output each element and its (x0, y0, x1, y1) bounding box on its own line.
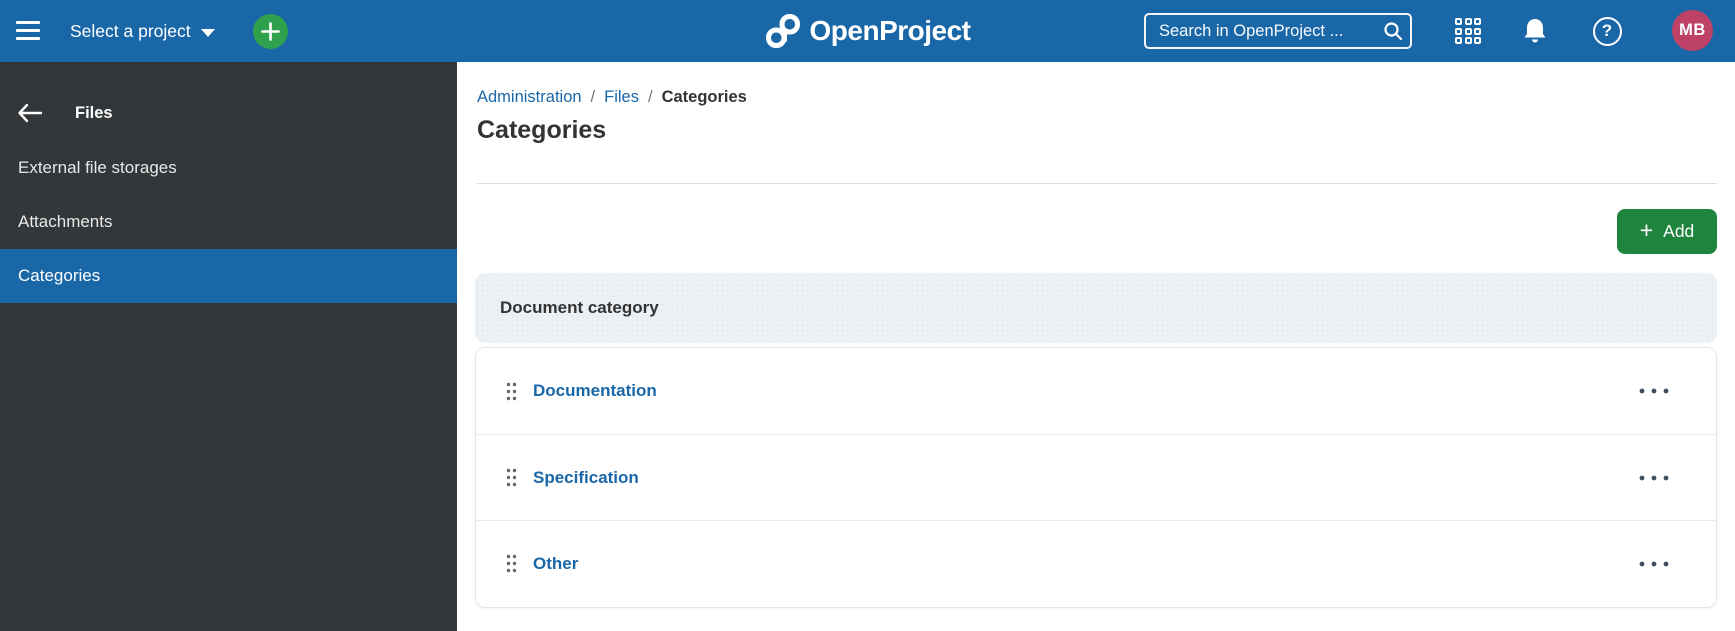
add-button-label: Add (1663, 221, 1694, 242)
breadcrumb-separator: / (648, 88, 653, 107)
avatar-initials: MB (1679, 21, 1706, 40)
notifications-bell-icon[interactable] (1513, 0, 1557, 62)
table-row: Documentation (476, 348, 1716, 434)
table-row: Specification (476, 434, 1716, 520)
search-input[interactable] (1146, 22, 1383, 41)
user-avatar[interactable]: MB (1672, 10, 1713, 51)
sidebar-item-label: Categories (18, 266, 100, 286)
category-link-documentation[interactable]: Documentation (533, 381, 657, 401)
category-link-other[interactable]: Other (533, 554, 578, 574)
plus-icon (261, 22, 280, 41)
logo-wordmark: OpenProject (810, 15, 971, 47)
breadcrumb: Administration / Files / Categories (477, 88, 747, 107)
project-selector[interactable]: Select a project (70, 0, 215, 62)
table-row: Other (476, 520, 1716, 606)
modules-grid-icon[interactable] (1446, 0, 1490, 62)
add-category-button[interactable]: + Add (1617, 209, 1717, 254)
row-menu-button[interactable] (1632, 468, 1676, 488)
back-arrow-icon[interactable] (0, 103, 60, 123)
sidebar-item-external-file-storages[interactable]: External file storages (0, 141, 457, 195)
sidebar-item-attachments[interactable]: Attachments (0, 195, 457, 249)
breadcrumb-current: Categories (662, 88, 747, 107)
sidebar-header: Files (0, 90, 457, 136)
hamburger-menu-icon[interactable] (16, 21, 40, 40)
sidebar-item-label: External file storages (18, 158, 177, 178)
row-menu-button[interactable] (1632, 554, 1676, 574)
help-icon[interactable]: ? (1585, 0, 1629, 62)
column-header-label: Document category (500, 298, 659, 318)
main-content: Administration / Files / Categories Cate… (457, 62, 1735, 631)
sidebar-title: Files (75, 104, 113, 123)
search-icon[interactable] (1383, 21, 1403, 41)
row-menu-button[interactable] (1632, 381, 1676, 401)
drag-handle-icon[interactable] (506, 382, 517, 401)
page-title: Categories (477, 116, 606, 145)
openproject-logo-icon (765, 13, 801, 49)
plus-icon: + (1640, 219, 1653, 242)
toolbar-divider (477, 183, 1717, 184)
drag-handle-icon[interactable] (506, 554, 517, 573)
sidebar-item-label: Attachments (18, 212, 113, 232)
sidebar-item-categories[interactable]: Categories (0, 249, 457, 303)
chevron-down-icon (201, 29, 215, 37)
openproject-logo[interactable]: OpenProject (765, 0, 971, 62)
admin-sidebar: Files External file storages Attachments… (0, 62, 457, 631)
breadcrumb-link-administration[interactable]: Administration (477, 88, 582, 107)
project-selector-label: Select a project (70, 21, 191, 42)
drag-handle-icon[interactable] (506, 468, 517, 487)
category-link-specification[interactable]: Specification (533, 468, 639, 488)
breadcrumb-link-files[interactable]: Files (604, 88, 639, 107)
categories-table: Documentation Specification (475, 347, 1717, 608)
table-column-header: Document category (475, 273, 1717, 343)
sidebar-items: External file storages Attachments Categ… (0, 141, 457, 303)
top-bar: Select a project OpenProject (0, 0, 1735, 62)
breadcrumb-separator: / (591, 88, 596, 107)
global-add-button[interactable] (253, 14, 288, 49)
global-search (1144, 13, 1412, 49)
